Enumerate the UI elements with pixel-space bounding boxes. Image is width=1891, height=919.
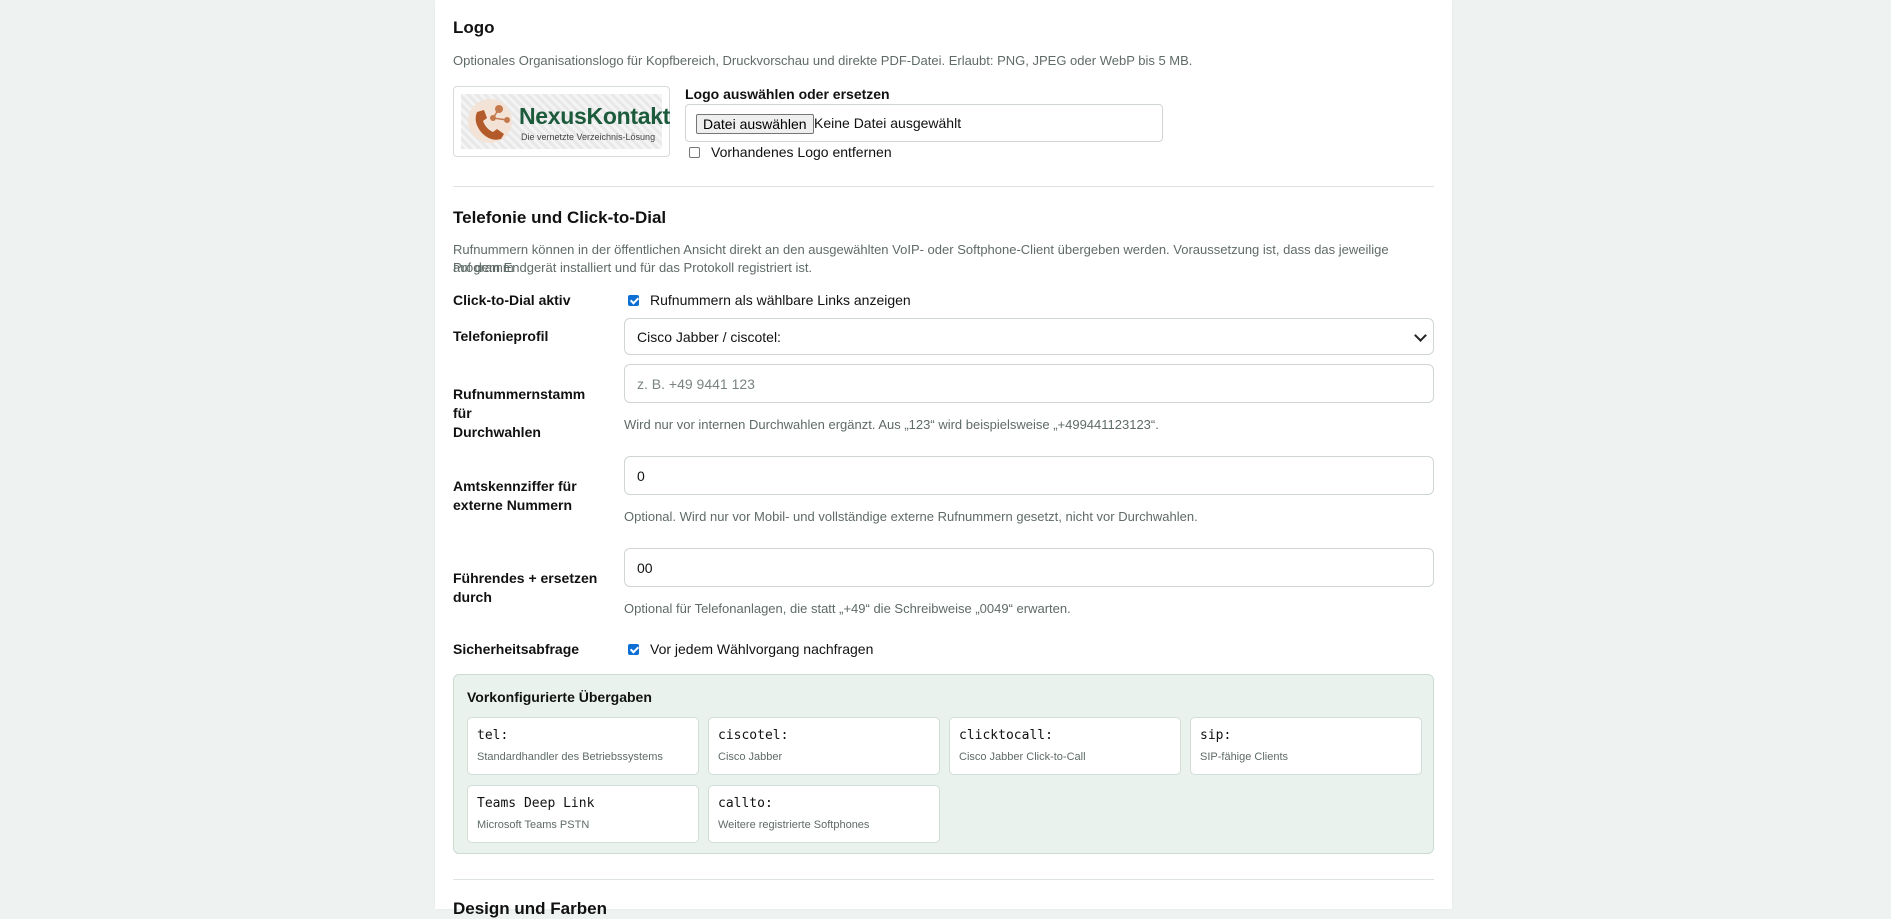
preset-card-teams[interactable]: Teams Deep Link Microsoft Teams PSTN [467, 785, 699, 843]
chevron-down-icon [1414, 329, 1427, 342]
design-section-title: Design und Farben [453, 899, 607, 918]
preset-card-ciscotel[interactable]: ciscotel: Cisco Jabber [708, 717, 940, 775]
trunk-label: Amtskennziffer für externe Nummern [453, 477, 603, 515]
preset-code: ciscotel: [718, 728, 789, 743]
preset-code: sip: [1200, 728, 1232, 743]
prefix-label-line1: Rufnummernstamm für [453, 386, 586, 421]
telephony-description-2: auf dem Endgerät installiert und für das… [453, 260, 813, 275]
preset-desc: Microsoft Teams PSTN [477, 819, 590, 831]
choose-file-button[interactable]: Datei auswählen [696, 114, 814, 134]
trunk-help: Optional. Wird nur vor Mobil- und vollst… [624, 509, 1198, 524]
trunk-label-line1: Amtskennziffer für [453, 478, 577, 494]
telephony-profile-label: Telefonieprofil [453, 328, 549, 344]
logo-preview: NexusKontakt Die vernetzte Verzeichnis-L… [453, 86, 670, 157]
section-divider [453, 879, 1434, 880]
telephony-profile-value: Cisco Jabber / ciscotel: [637, 329, 781, 345]
preset-card-callto[interactable]: callto: Weitere registrierte Softphones [708, 785, 940, 843]
phone-network-icon [468, 99, 512, 143]
preset-desc: Cisco Jabber [718, 751, 783, 763]
trunk-label-line2: externe Nummern [453, 497, 573, 513]
presets-panel: Vorkonfigurierte Übergaben tel: Standard… [453, 674, 1434, 854]
plus-replace-label: Führendes + ersetzen durch [453, 569, 603, 607]
logo-file-input[interactable]: Datei auswählen Keine Datei ausgewählt [685, 104, 1163, 142]
preset-desc: Cisco Jabber Click-to-Call [959, 751, 1086, 763]
click-to-dial-checkbox[interactable] [628, 295, 639, 306]
logo-brand-text: NexusKontakt [519, 103, 671, 129]
preset-code: callto: [718, 796, 773, 811]
plus-replace-value: 00 [637, 560, 653, 576]
plus-replace-input[interactable]: 00 [624, 548, 1434, 587]
preset-card-tel[interactable]: tel: Standardhandler des Betriebssystems [467, 717, 699, 775]
preset-card-sip[interactable]: sip: SIP-fähige Clients [1190, 717, 1422, 775]
logo-image: NexusKontakt Die vernetzte Verzeichnis-L… [461, 94, 670, 149]
trunk-value: 0 [637, 468, 645, 484]
prefix-placeholder: z. B. +49 9441 123 [637, 376, 755, 392]
telephony-section-title: Telefonie und Click-to-Dial [453, 208, 667, 227]
preset-desc: SIP-fähige Clients [1200, 751, 1289, 763]
file-status: Keine Datei ausgewählt [814, 115, 962, 131]
confirm-checkbox-label[interactable]: Vor jedem Wählvorgang nachfragen [650, 641, 873, 657]
logo-section-description: Optionales Organisationslogo für Kopfber… [453, 53, 1193, 68]
prefix-label: Rufnummernstamm für Durchwahlen [453, 385, 603, 442]
telephony-profile-select[interactable]: Cisco Jabber / ciscotel: [624, 318, 1434, 355]
click-to-dial-checkbox-label[interactable]: Rufnummern als wählbare Links anzeigen [650, 292, 911, 308]
logo-section-title: Logo [453, 18, 495, 37]
preset-code: tel: [477, 728, 509, 743]
preset-code: Teams Deep Link [477, 796, 595, 811]
preset-card-clicktocall[interactable]: clicktocall: Cisco Jabber Click-to-Call [949, 717, 1181, 775]
logo-tagline: Die vernetzte Verzeichnis-Lösung [521, 132, 656, 142]
confirm-checkbox[interactable] [628, 644, 639, 655]
click-to-dial-label: Click-to-Dial aktiv [453, 292, 571, 308]
plus-label-line2: durch [453, 589, 492, 605]
confirm-label: Sicherheitsabfrage [453, 641, 580, 657]
remove-logo-checkbox[interactable] [689, 147, 700, 158]
plus-replace-help: Optional für Telefonanlagen, die statt „… [624, 601, 1071, 616]
plus-label-line1: Führendes + ersetzen [453, 570, 598, 586]
settings-panel: Logo Optionales Organisationslogo für Ko… [435, 0, 1452, 918]
logo-file-label: Logo auswählen oder ersetzen [685, 86, 890, 102]
trunk-input[interactable]: 0 [624, 456, 1434, 495]
prefix-label-line2: Durchwahlen [453, 424, 541, 440]
presets-title: Vorkonfigurierte Übergaben [467, 689, 652, 705]
preset-desc: Weitere registrierte Softphones [718, 819, 870, 831]
prefix-input[interactable]: z. B. +49 9441 123 [624, 364, 1434, 403]
prefix-help: Wird nur vor internen Durchwahlen ergänz… [624, 417, 1159, 432]
section-divider [453, 186, 1434, 187]
preset-code: clicktocall: [959, 728, 1053, 743]
remove-logo-label[interactable]: Vorhandenes Logo entfernen [711, 144, 892, 160]
preset-desc: Standardhandler des Betriebssystems [477, 751, 663, 763]
